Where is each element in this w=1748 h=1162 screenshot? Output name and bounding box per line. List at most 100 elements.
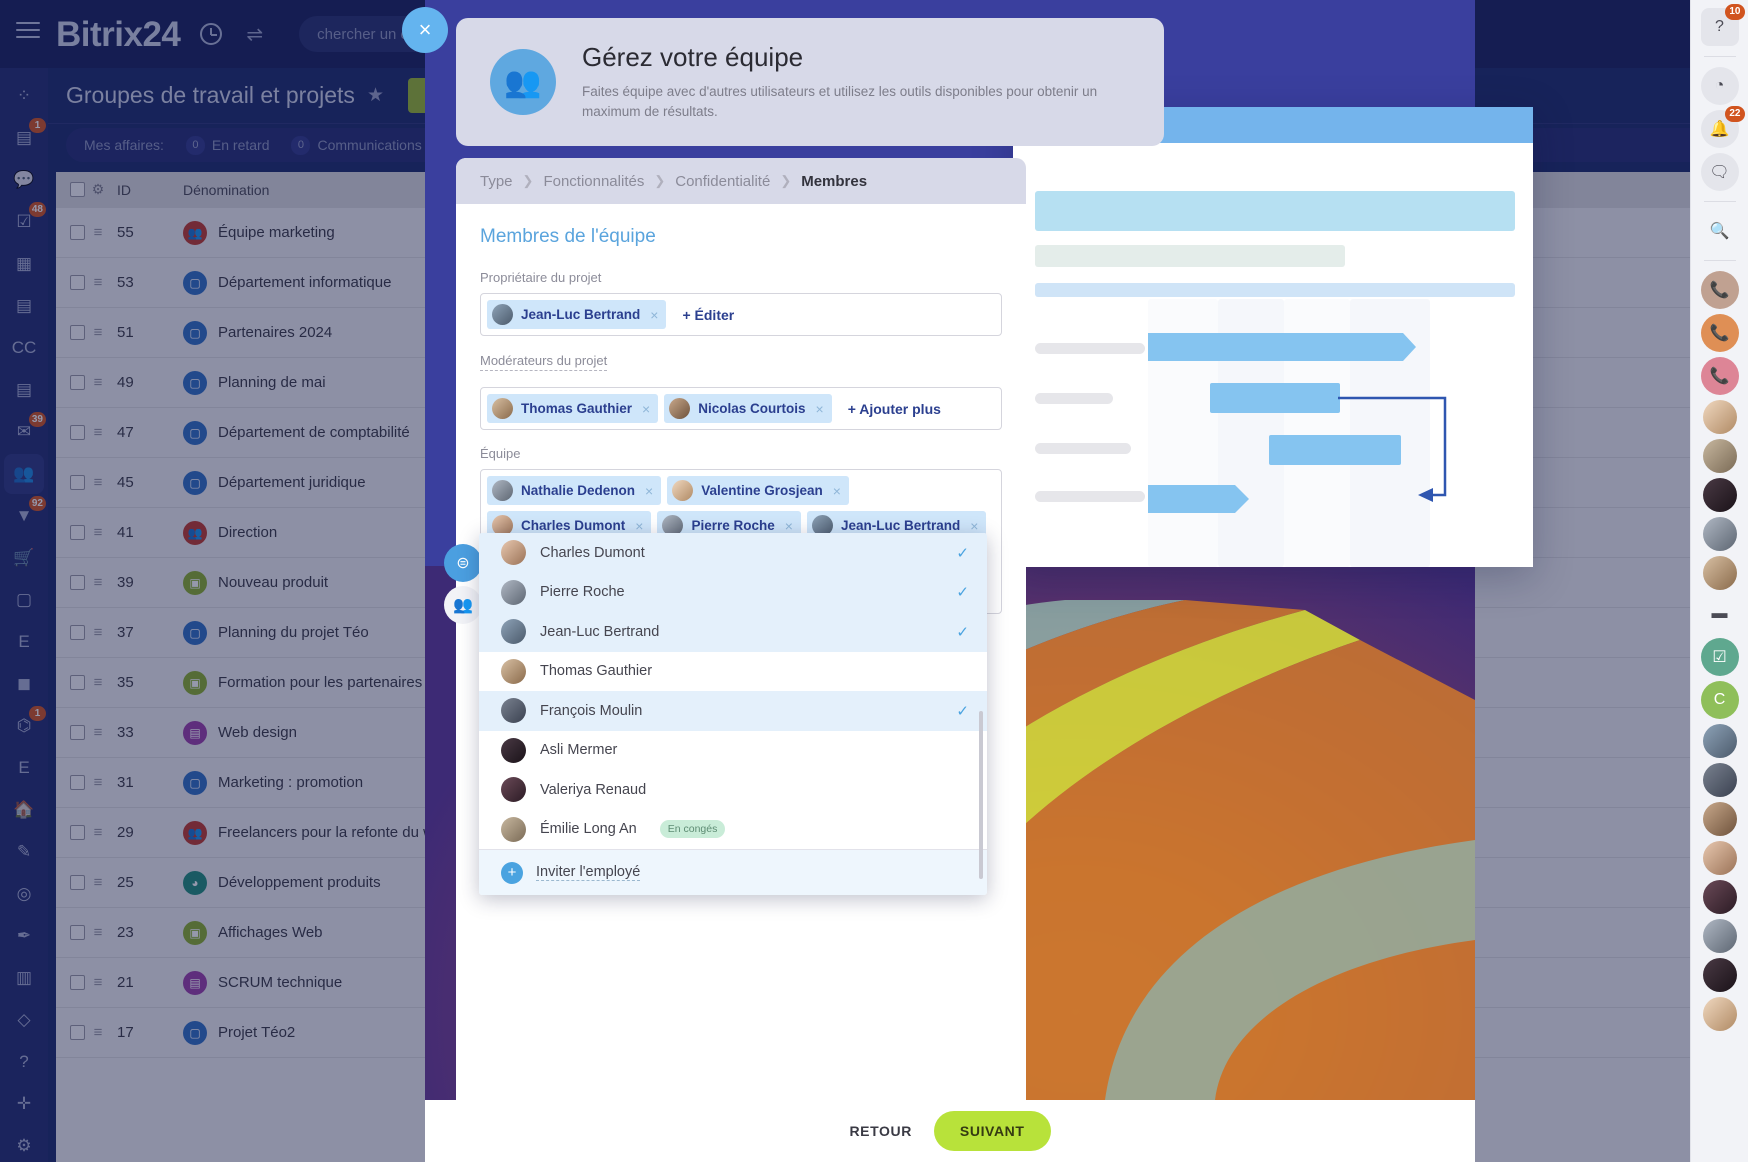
- search-icon[interactable]: 🔍: [1701, 212, 1739, 250]
- remove-chip-icon[interactable]: ×: [635, 518, 643, 534]
- breadcrumb-step-membres[interactable]: Membres: [801, 173, 867, 190]
- member-option[interactable]: Émilie Long An En congés: [479, 810, 987, 850]
- avatar-10[interactable]: [1702, 880, 1737, 914]
- check-icon: ✓: [956, 544, 969, 562]
- avatar-7[interactable]: [1702, 763, 1737, 797]
- member-chip[interactable]: Thomas Gauthier ×: [487, 394, 659, 423]
- member-chip[interactable]: Valentine Grosjean ×: [667, 476, 849, 505]
- avatar-12[interactable]: [1702, 958, 1737, 992]
- owner-label: Propriétaire du projet: [480, 270, 602, 285]
- member-option-label: Charles Dumont: [540, 544, 645, 561]
- member-option-label: Thomas Gauthier: [540, 663, 653, 680]
- member-option-label: Pierre Roche: [540, 584, 625, 601]
- member-chip-label: Jean-Luc Bertrand: [521, 307, 641, 322]
- avatar: [669, 398, 691, 419]
- dropdown-scrollbar[interactable]: [979, 711, 983, 879]
- remove-chip-icon[interactable]: ×: [642, 401, 650, 417]
- c-app-icon-glyph: C: [1713, 691, 1726, 708]
- breadcrumb-step-confidentialité[interactable]: Confidentialité: [675, 173, 770, 190]
- remove-chip-icon[interactable]: ×: [970, 518, 978, 534]
- avatar-9[interactable]: [1702, 841, 1737, 875]
- plus-icon: +: [501, 861, 523, 884]
- avatar-4[interactable]: [1702, 517, 1737, 551]
- remove-chip-icon[interactable]: ×: [833, 483, 841, 499]
- member-option[interactable]: Valeriya Renaud: [479, 770, 987, 810]
- messenger-icon[interactable]: 🗨: [1700, 153, 1739, 191]
- call-icon-2-glyph: 📞: [1709, 325, 1730, 342]
- member-option[interactable]: Asli Mermer: [479, 731, 987, 771]
- chevron-right-icon: ❯: [522, 173, 534, 188]
- member-option[interactable]: Jean-Luc Bertrand ✓: [479, 612, 987, 652]
- avatar-11[interactable]: [1702, 919, 1737, 953]
- c-app-icon[interactable]: C: [1700, 681, 1739, 719]
- member-chip-label: Pierre Roche: [691, 518, 775, 533]
- check-app-icon[interactable]: ☑: [1700, 638, 1739, 676]
- invite-employee-row[interactable]: + Inviter l'employé: [479, 849, 987, 895]
- member-selector-dropdown[interactable]: Charles Dumont ✓ Pierre Roche ✓ Jean-Luc Ber…: [479, 533, 987, 895]
- avatar: [672, 480, 694, 501]
- call-icon-1[interactable]: 📞: [1700, 271, 1739, 309]
- timeman-icon[interactable]: ◔: [1700, 67, 1739, 105]
- check-icon: ✓: [956, 623, 969, 641]
- avatar: [501, 698, 526, 724]
- search-members-icon[interactable]: ⊜: [444, 544, 482, 582]
- next-button[interactable]: SUIVANT: [933, 1111, 1051, 1151]
- member-chip-label: Nicolas Courtois: [698, 401, 806, 416]
- moderators-chip-field[interactable]: Thomas Gauthier × Nicolas Courtois × + Ajout…: [480, 387, 1002, 430]
- call-icon-2[interactable]: 📞: [1700, 314, 1739, 352]
- remove-chip-icon[interactable]: ×: [816, 401, 824, 417]
- moderators-label: Modérateurs du projet: [480, 353, 608, 371]
- gantt-preview-window: [1013, 107, 1533, 567]
- avatar-5[interactable]: [1702, 556, 1737, 590]
- breadcrumb-step-fonctionnalités[interactable]: Fonctionnalités: [543, 173, 644, 190]
- chevron-right-icon: ❯: [654, 173, 666, 188]
- owner-chip-field[interactable]: Jean-Luc Bertrand × + Éditer: [480, 293, 1002, 336]
- messenger-icon-glyph: 🗨: [1709, 164, 1730, 181]
- breadcrumb-step-type[interactable]: Type: [480, 173, 513, 190]
- brand-icon[interactable]: ▬: [1701, 595, 1739, 633]
- member-chip[interactable]: Nicolas Courtois ×: [664, 394, 832, 423]
- add-member-action[interactable]: + Ajouter plus: [838, 397, 951, 421]
- help-icon-glyph: ?: [1715, 18, 1724, 35]
- avatar: [492, 398, 513, 419]
- member-option-label: Jean-Luc Bertrand: [540, 623, 660, 640]
- avatar-1[interactable]: [1702, 400, 1737, 434]
- add-member-action[interactable]: + Éditer: [672, 303, 744, 327]
- remove-chip-icon[interactable]: ×: [785, 518, 793, 534]
- avatar: [492, 304, 513, 325]
- notifications-icon[interactable]: 🔔 22: [1700, 106, 1745, 148]
- avatar: [501, 619, 526, 645]
- member-option[interactable]: Charles Dumont ✓: [479, 533, 987, 573]
- avatar-8[interactable]: [1702, 802, 1737, 836]
- notification-badge: 22: [1725, 106, 1745, 122]
- member-option[interactable]: François Moulin ✓: [479, 691, 987, 731]
- avatar: [501, 579, 526, 605]
- breadcrumb: Type ❯ Fonctionnalités ❯ Confidentialité ❯ Mem…: [456, 158, 1026, 204]
- gantt-bars: [1148, 333, 1447, 513]
- member-option[interactable]: Thomas Gauthier: [479, 652, 987, 692]
- avatar-2[interactable]: [1702, 439, 1737, 473]
- brand-icon-glyph: ▬: [1711, 605, 1728, 622]
- status-badge: En congés: [659, 820, 726, 839]
- remove-chip-icon[interactable]: ×: [645, 483, 653, 499]
- avatar-13[interactable]: [1702, 997, 1737, 1031]
- check-app-icon-glyph: ☑: [1712, 649, 1727, 666]
- call-icon-3[interactable]: 📞: [1700, 357, 1739, 395]
- avatar: [501, 777, 526, 803]
- member-chip-label: Thomas Gauthier: [521, 401, 633, 416]
- invite-employee-label: Inviter l'employé: [536, 864, 641, 881]
- gantt-chart-body: [1013, 143, 1533, 567]
- member-chip[interactable]: Nathalie Dedenon ×: [487, 476, 662, 505]
- member-option[interactable]: Pierre Roche ✓: [479, 572, 987, 612]
- departments-icon[interactable]: 👥: [444, 586, 482, 624]
- member-chip[interactable]: Jean-Luc Bertrand ×: [487, 300, 667, 329]
- close-icon[interactable]: ×: [402, 7, 448, 53]
- avatar-6[interactable]: [1702, 724, 1737, 758]
- avatar: [492, 480, 513, 501]
- avatar-3[interactable]: [1702, 478, 1737, 512]
- remove-chip-icon[interactable]: ×: [650, 307, 658, 323]
- help-icon[interactable]: ? 10: [1700, 4, 1745, 46]
- back-button[interactable]: RETOUR: [849, 1123, 911, 1139]
- timeman-icon-glyph: ◔: [1714, 77, 1725, 94]
- avatar: [501, 737, 526, 763]
